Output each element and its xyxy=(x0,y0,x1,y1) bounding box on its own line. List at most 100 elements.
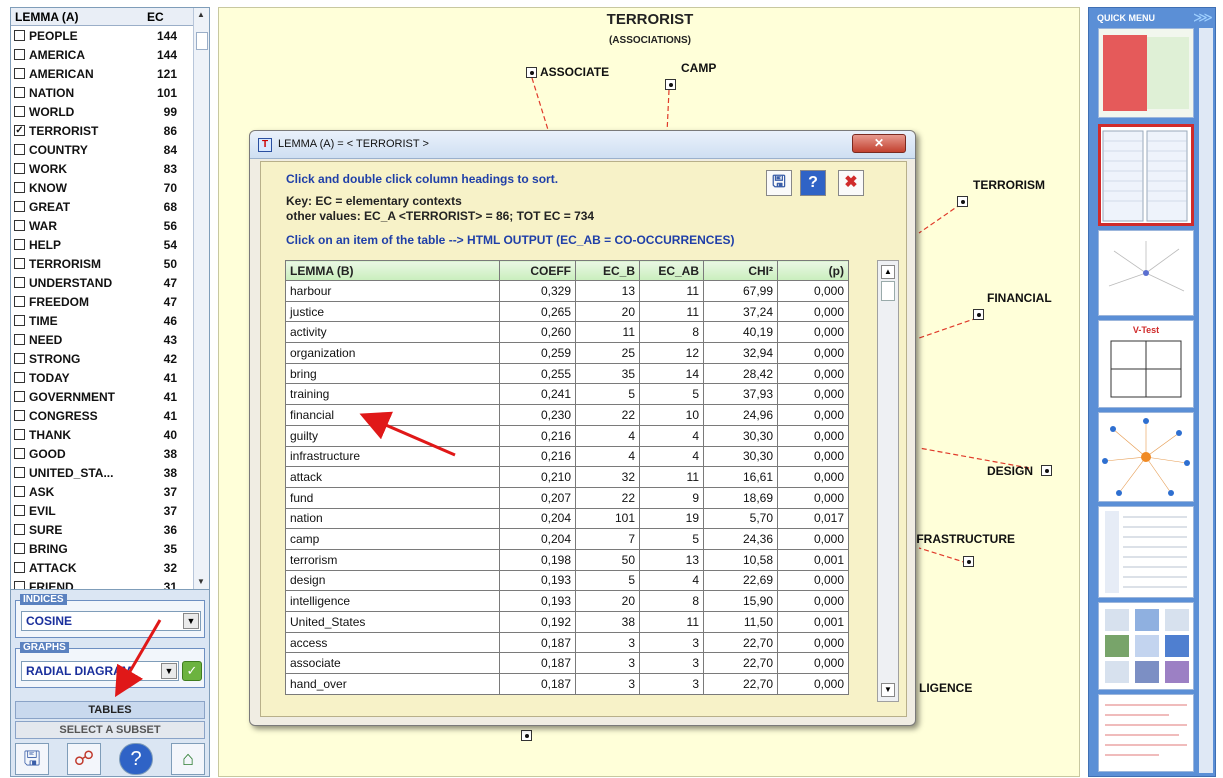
table-cell[interactable]: 22 xyxy=(575,404,640,426)
lemma-checkbox[interactable] xyxy=(14,543,25,554)
lemma-row[interactable]: THANK 40 xyxy=(11,426,193,445)
table-row[interactable]: justice 0,265 20 11 37,24 0,000 xyxy=(285,300,849,323)
table-row[interactable]: organization 0,259 25 12 32,94 0,000 xyxy=(285,342,849,364)
column-header[interactable]: (p) xyxy=(777,260,849,281)
scroll-up-icon[interactable]: ▲ xyxy=(197,10,205,19)
lemma-row[interactable]: ATTACK 32 xyxy=(11,559,193,578)
tables-button[interactable]: TABLES xyxy=(15,701,205,719)
table-cell[interactable]: 0,000 xyxy=(777,424,849,447)
table-cell[interactable]: 11,50 xyxy=(703,611,778,633)
table-cell[interactable]: justice xyxy=(285,300,500,323)
network-icon[interactable]: ☍ xyxy=(67,743,101,775)
table-row[interactable]: design 0,193 5 4 22,69 0,000 xyxy=(285,569,849,592)
graphs-select[interactable]: RADIAL DIAGRAM ▼ xyxy=(21,661,179,681)
lemma-checkbox[interactable] xyxy=(14,372,25,383)
table-cell[interactable]: 4 xyxy=(639,445,704,468)
table-cell[interactable]: 0,329 xyxy=(499,280,576,302)
node-intelligence[interactable]: LIGENCE xyxy=(919,681,972,695)
table-cell[interactable]: 0,193 xyxy=(499,569,576,592)
lemma-row[interactable]: ✓ TERRORIST 86 xyxy=(11,122,193,141)
help-icon[interactable]: ? xyxy=(800,170,826,196)
table-cell[interactable]: 4 xyxy=(575,445,640,468)
table-cell[interactable]: 0,001 xyxy=(777,611,849,633)
table-cell[interactable]: 3 xyxy=(639,631,704,654)
table-cell[interactable]: 0,204 xyxy=(499,528,576,550)
scroll-thumb[interactable] xyxy=(881,281,895,301)
lemma-checkbox[interactable]: ✓ xyxy=(14,125,25,136)
table-cell[interactable]: 0,000 xyxy=(777,404,849,426)
lemma-checkbox[interactable] xyxy=(14,182,25,193)
table-cell[interactable]: 0,000 xyxy=(777,673,849,695)
table-cell[interactable]: 11 xyxy=(639,466,704,488)
lemma-checkbox[interactable] xyxy=(14,315,25,326)
lemma-row[interactable]: ASK 37 xyxy=(11,483,193,502)
table-row[interactable]: nation 0,204 101 19 5,70 0,017 xyxy=(285,507,849,530)
table-row[interactable]: infrastructure 0,216 4 4 30,30 0,000 xyxy=(285,445,849,468)
lemma-row[interactable]: GOOD 38 xyxy=(11,445,193,464)
indices-select[interactable]: COSINE ▼ xyxy=(21,611,201,631)
table-cell[interactable]: 0,204 xyxy=(499,507,576,530)
table-cell[interactable]: 7 xyxy=(575,528,640,550)
table-cell[interactable]: 0,017 xyxy=(777,507,849,530)
thumb-word-cloud[interactable] xyxy=(1098,230,1194,316)
table-scrollbar[interactable]: ▲ ▼ xyxy=(877,260,899,702)
table-cell[interactable]: 40,19 xyxy=(703,321,778,344)
table-cell[interactable]: 3 xyxy=(639,652,704,675)
column-header[interactable]: COEFF xyxy=(499,260,576,281)
table-cell[interactable]: 0,187 xyxy=(499,652,576,675)
table-cell[interactable]: 0,255 xyxy=(499,362,576,385)
table-cell[interactable]: 0,187 xyxy=(499,631,576,654)
table-cell[interactable]: design xyxy=(285,569,500,592)
table-row[interactable]: camp 0,204 7 5 24,36 0,000 xyxy=(285,528,849,550)
save-icon[interactable]: 🖫 xyxy=(15,743,49,775)
thumb-maps[interactable] xyxy=(1098,602,1194,690)
lemma-checkbox[interactable] xyxy=(14,353,25,364)
table-cell[interactable]: guilty xyxy=(285,424,500,447)
table-cell[interactable]: 22,70 xyxy=(703,652,778,675)
table-cell[interactable]: attack xyxy=(285,466,500,488)
table-cell[interactable]: 35 xyxy=(575,362,640,385)
column-header[interactable]: EC_AB xyxy=(639,260,704,281)
table-cell[interactable]: 0,000 xyxy=(777,280,849,302)
table-cell[interactable]: 0,000 xyxy=(777,466,849,488)
lemma-row[interactable]: UNDERSTAND 47 xyxy=(11,274,193,293)
thumb-tables-active[interactable] xyxy=(1098,124,1194,226)
table-cell[interactable]: activity xyxy=(285,321,500,344)
lemma-checkbox[interactable] xyxy=(14,524,25,535)
table-cell[interactable]: 25 xyxy=(575,342,640,364)
header-ec[interactable]: EC xyxy=(147,10,164,24)
table-cell[interactable]: 10,58 xyxy=(703,548,778,571)
table-cell[interactable]: 11 xyxy=(639,280,704,302)
table-cell[interactable]: 22,69 xyxy=(703,569,778,592)
lemma-row[interactable]: AMERICA 144 xyxy=(11,46,193,65)
table-cell[interactable]: training xyxy=(285,383,500,406)
table-cell[interactable]: 0,265 xyxy=(499,300,576,323)
lemma-checkbox[interactable] xyxy=(14,448,25,459)
table-cell[interactable]: 30,30 xyxy=(703,445,778,468)
table-cell[interactable]: 0,000 xyxy=(777,631,849,654)
lemma-checkbox[interactable] xyxy=(14,144,25,155)
lemma-checkbox[interactable] xyxy=(14,49,25,60)
table-row[interactable]: training 0,241 5 5 37,93 0,000 xyxy=(285,383,849,406)
table-cell[interactable]: terrorism xyxy=(285,548,500,571)
table-cell[interactable]: 5 xyxy=(639,383,704,406)
chevron-down-icon[interactable]: ▼ xyxy=(161,663,177,679)
lemma-checkbox[interactable] xyxy=(14,277,25,288)
table-row[interactable]: fund 0,207 22 9 18,69 0,000 xyxy=(285,486,849,509)
table-cell[interactable]: 12 xyxy=(639,342,704,364)
help-icon[interactable]: ? xyxy=(119,743,153,775)
lemma-checkbox[interactable] xyxy=(14,87,25,98)
table-cell[interactable]: 11 xyxy=(639,300,704,323)
table-cell[interactable]: 20 xyxy=(575,300,640,323)
table-cell[interactable]: financial xyxy=(285,404,500,426)
header-lemma[interactable]: LEMMA (A) xyxy=(15,10,79,24)
lemma-row[interactable]: NEED 43 xyxy=(11,331,193,350)
table-cell[interactable]: 0,230 xyxy=(499,404,576,426)
table-cell[interactable]: bring xyxy=(285,362,500,385)
save-icon[interactable]: 🖫 xyxy=(766,170,792,196)
table-cell[interactable]: 0,192 xyxy=(499,611,576,633)
table-cell[interactable]: 101 xyxy=(575,507,640,530)
table-cell[interactable]: 14 xyxy=(639,362,704,385)
table-row[interactable]: hand_over 0,187 3 3 22,70 0,000 xyxy=(285,673,849,695)
table-cell[interactable]: 22 xyxy=(575,486,640,509)
